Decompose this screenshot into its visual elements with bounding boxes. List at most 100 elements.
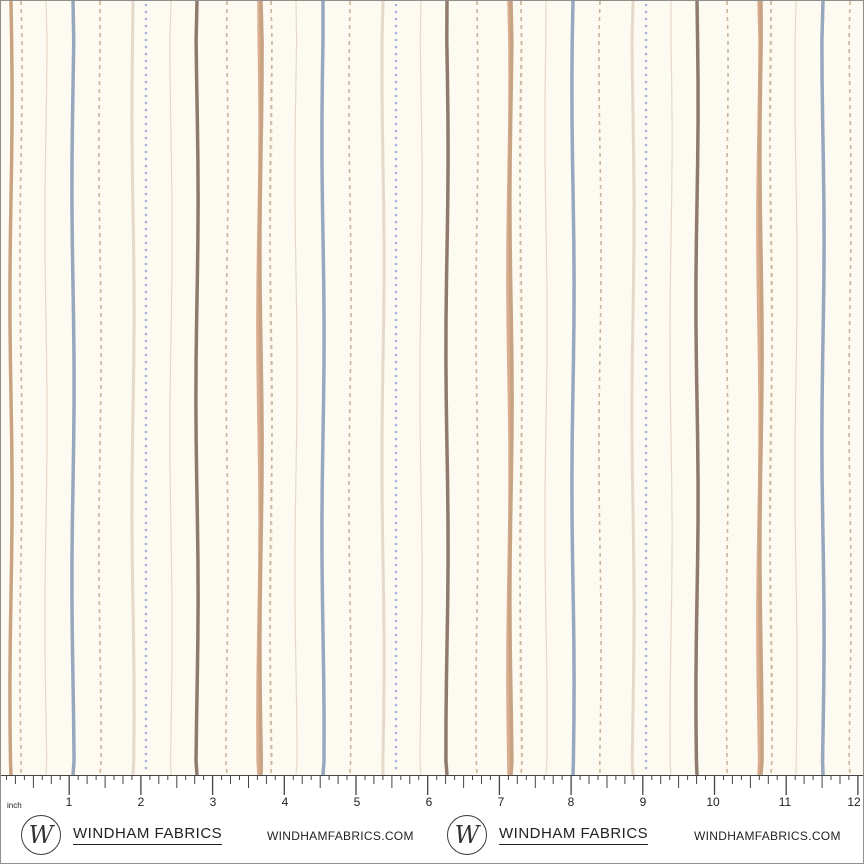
dotted-stripe-dot [394, 164, 398, 168]
dotted-stripe-dot [144, 346, 148, 350]
dotted-stripe-dot [144, 661, 148, 665]
dotted-stripe-dot [144, 647, 148, 651]
dotted-stripe-dot [394, 612, 398, 616]
dotted-stripe-dot [644, 346, 648, 350]
dotted-stripe-dot [144, 185, 148, 189]
dotted-stripe-dot [394, 255, 398, 259]
dotted-stripe-dot [644, 759, 648, 763]
dotted-stripe-dot [394, 437, 398, 441]
dotted-stripe-dot [644, 563, 648, 567]
dotted-stripe-dot [144, 724, 148, 728]
dotted-stripe-dot [394, 577, 398, 581]
dotted-stripe-dot [644, 367, 648, 371]
dotted-stripe-dot [644, 612, 648, 616]
dotted-stripe-dot [394, 304, 398, 308]
dotted-stripe-dot [144, 549, 148, 553]
solid-stripe [8, 1, 14, 775]
dotted-stripe-dot [644, 199, 648, 203]
dotted-stripe-dot [644, 682, 648, 686]
solid-stripe [820, 1, 826, 775]
dotted-stripe-dot [644, 52, 648, 56]
dotted-stripe-dot [644, 353, 648, 357]
dotted-stripe-dot [144, 430, 148, 434]
dotted-stripe-dot [394, 185, 398, 189]
dotted-stripe-dot [144, 752, 148, 756]
dotted-stripe-dot [144, 290, 148, 294]
dotted-stripe-dot [644, 38, 648, 42]
dotted-stripe-dot [644, 66, 648, 70]
solid-stripe [169, 1, 173, 775]
dotted-stripe-dot [394, 45, 398, 49]
dotted-stripe-dot [394, 17, 398, 21]
dotted-stripe-dot [644, 234, 648, 238]
brand-block-left: W WINDHAM FABRICS [21, 811, 223, 859]
dotted-stripe-dot [144, 59, 148, 63]
dotted-stripe-dot [394, 675, 398, 679]
dotted-stripe-dot [644, 31, 648, 35]
dotted-stripe-dot [394, 332, 398, 336]
solid-stripe [320, 1, 326, 775]
stripe-pattern [8, 1, 852, 775]
dotted-stripe-dot [144, 178, 148, 182]
solid-stripe [194, 1, 200, 775]
dotted-stripe-dot [644, 577, 648, 581]
dotted-stripe-dot [394, 703, 398, 707]
dotted-stripe-dot [644, 479, 648, 483]
dotted-stripe-dot [644, 227, 648, 231]
dotted-stripe-dot [644, 122, 648, 126]
dotted-stripe-dot [394, 227, 398, 231]
dotted-stripe-dot [394, 346, 398, 350]
dotted-stripe-dot [144, 206, 148, 210]
dotted-stripe-dot [144, 500, 148, 504]
dotted-stripe-dot [644, 276, 648, 280]
dotted-stripe-dot [644, 304, 648, 308]
dotted-stripe-dot [644, 507, 648, 511]
dotted-stripe-dot [644, 689, 648, 693]
dotted-stripe-dot [644, 458, 648, 462]
dotted-stripe-dot [644, 766, 648, 770]
dotted-stripe-dot [394, 661, 398, 665]
dotted-stripe-dot [644, 493, 648, 497]
dotted-stripe-dot [644, 10, 648, 14]
dotted-stripe-dot [144, 283, 148, 287]
dotted-stripe-dot [144, 619, 148, 623]
dotted-stripe-dot [394, 395, 398, 399]
solid-stripe [130, 1, 136, 775]
dotted-stripe-dot [644, 339, 648, 343]
brand-name-right: WINDHAM FABRICS [499, 825, 649, 845]
dotted-stripe-dot [644, 556, 648, 560]
dotted-stripe-dot [644, 654, 648, 658]
dotted-stripe-dot [144, 738, 148, 742]
dotted-stripe-dot [644, 94, 648, 98]
dotted-stripe-dot [394, 325, 398, 329]
dotted-stripe-dot [394, 234, 398, 238]
dotted-stripe-dot [644, 633, 648, 637]
dashed-stripe [848, 1, 852, 775]
dotted-stripe-dot [644, 717, 648, 721]
dotted-stripe-dot [394, 241, 398, 245]
solid-stripe [794, 1, 798, 775]
dotted-stripe-dot [394, 724, 398, 728]
dotted-stripe-dot [144, 80, 148, 84]
dotted-stripe-dot [144, 164, 148, 168]
solid-stripe [694, 1, 700, 775]
dotted-stripe-dot [644, 332, 648, 336]
dotted-stripe-dot [644, 297, 648, 301]
dotted-stripe-dot [144, 150, 148, 154]
dotted-stripe-dot [644, 703, 648, 707]
dotted-stripe-dot [144, 486, 148, 490]
striped-fabric-pattern [1, 1, 863, 775]
dotted-stripe-dot [394, 290, 398, 294]
solid-stripe [758, 1, 764, 775]
dotted-stripe-dot [644, 591, 648, 595]
dotted-stripe-dot [644, 514, 648, 518]
dotted-stripe-dot [144, 213, 148, 217]
dotted-stripe-dot [394, 171, 398, 175]
dotted-stripe-dot [394, 101, 398, 105]
ruler-number-11: 11 [778, 795, 792, 809]
dotted-stripe-dot [394, 493, 398, 497]
ruler-number-10: 10 [706, 795, 720, 809]
dotted-stripe-dot [394, 647, 398, 651]
dotted-stripe-dot [394, 430, 398, 434]
dotted-stripe-dot [394, 479, 398, 483]
